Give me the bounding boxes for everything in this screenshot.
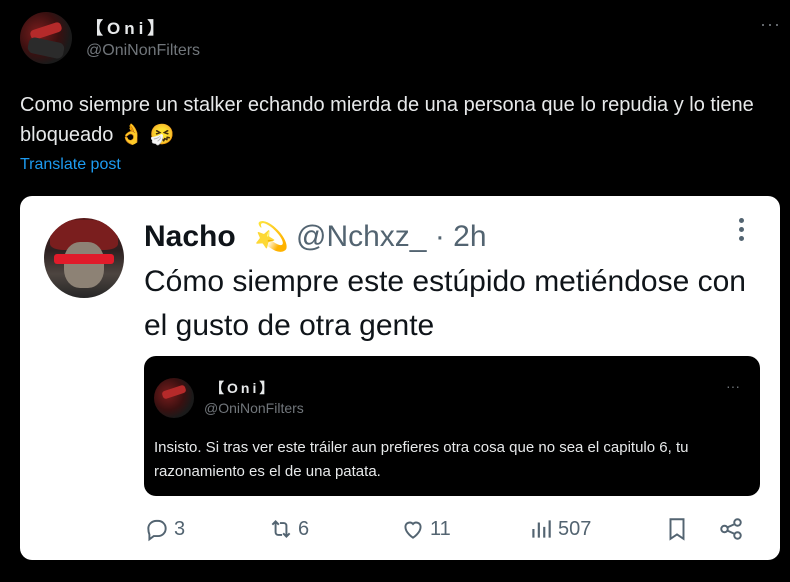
reply-count: 3 xyxy=(174,517,186,540)
embedded-avatar xyxy=(44,218,124,298)
embedded-more-icon xyxy=(736,218,746,241)
quoted-author-name: 【Oni】 xyxy=(210,380,277,396)
embedded-text: Cómo siempre este estúpido metiéndose co… xyxy=(144,265,746,342)
quoted-text: Insisto. Si tras ver este tráiler aun pr… xyxy=(154,439,689,480)
embedded-author-name: Nacho xyxy=(144,220,236,253)
like-count: 11 xyxy=(430,517,451,540)
bookmark-action xyxy=(664,516,690,542)
views-count: 507 xyxy=(558,517,592,540)
quoted-avatar xyxy=(154,378,194,418)
dizzy-emoji: 💫 xyxy=(254,221,289,252)
author-name[interactable]: 【Oni】 xyxy=(86,14,168,39)
quoted-post: 【Oni】 @OniNonFilters ··· Insisto. Si tra… xyxy=(144,356,760,496)
heart-icon xyxy=(404,521,422,539)
reply-action: 3 xyxy=(144,516,185,542)
share-action xyxy=(718,516,744,542)
sneezing-face-emoji: 🤧 xyxy=(149,124,175,146)
analytics-icon xyxy=(532,520,551,538)
ok-hand-emoji: 👌 xyxy=(119,124,144,146)
like-action: 11 xyxy=(400,516,451,542)
views-action: 507 xyxy=(528,516,591,542)
repost-action: 6 xyxy=(268,516,309,542)
avatar[interactable] xyxy=(20,12,72,64)
quoted-author-handle: @OniNonFilters xyxy=(204,400,304,416)
quoted-more-icon: ··· xyxy=(726,378,740,394)
post-text: Como siempre un stalker echando mierda d… xyxy=(20,90,780,150)
bookmark-icon xyxy=(669,518,685,541)
embedded-author-handle: @Nchxz_ · 2h xyxy=(296,220,487,253)
reply-icon xyxy=(147,519,167,542)
embedded-image-card[interactable]: Nacho 💫 @Nchxz_ · 2h Cómo siempre este e… xyxy=(20,196,780,560)
share-icon xyxy=(720,518,742,540)
translate-post-link[interactable]: Translate post xyxy=(20,156,121,174)
repost-count: 6 xyxy=(298,517,310,540)
author-handle[interactable]: @OniNonFilters xyxy=(86,42,200,60)
embedded-action-bar: 3 6 11 507 xyxy=(144,516,764,546)
more-options-icon[interactable]: ··· xyxy=(760,14,781,35)
repost-icon xyxy=(271,520,291,538)
